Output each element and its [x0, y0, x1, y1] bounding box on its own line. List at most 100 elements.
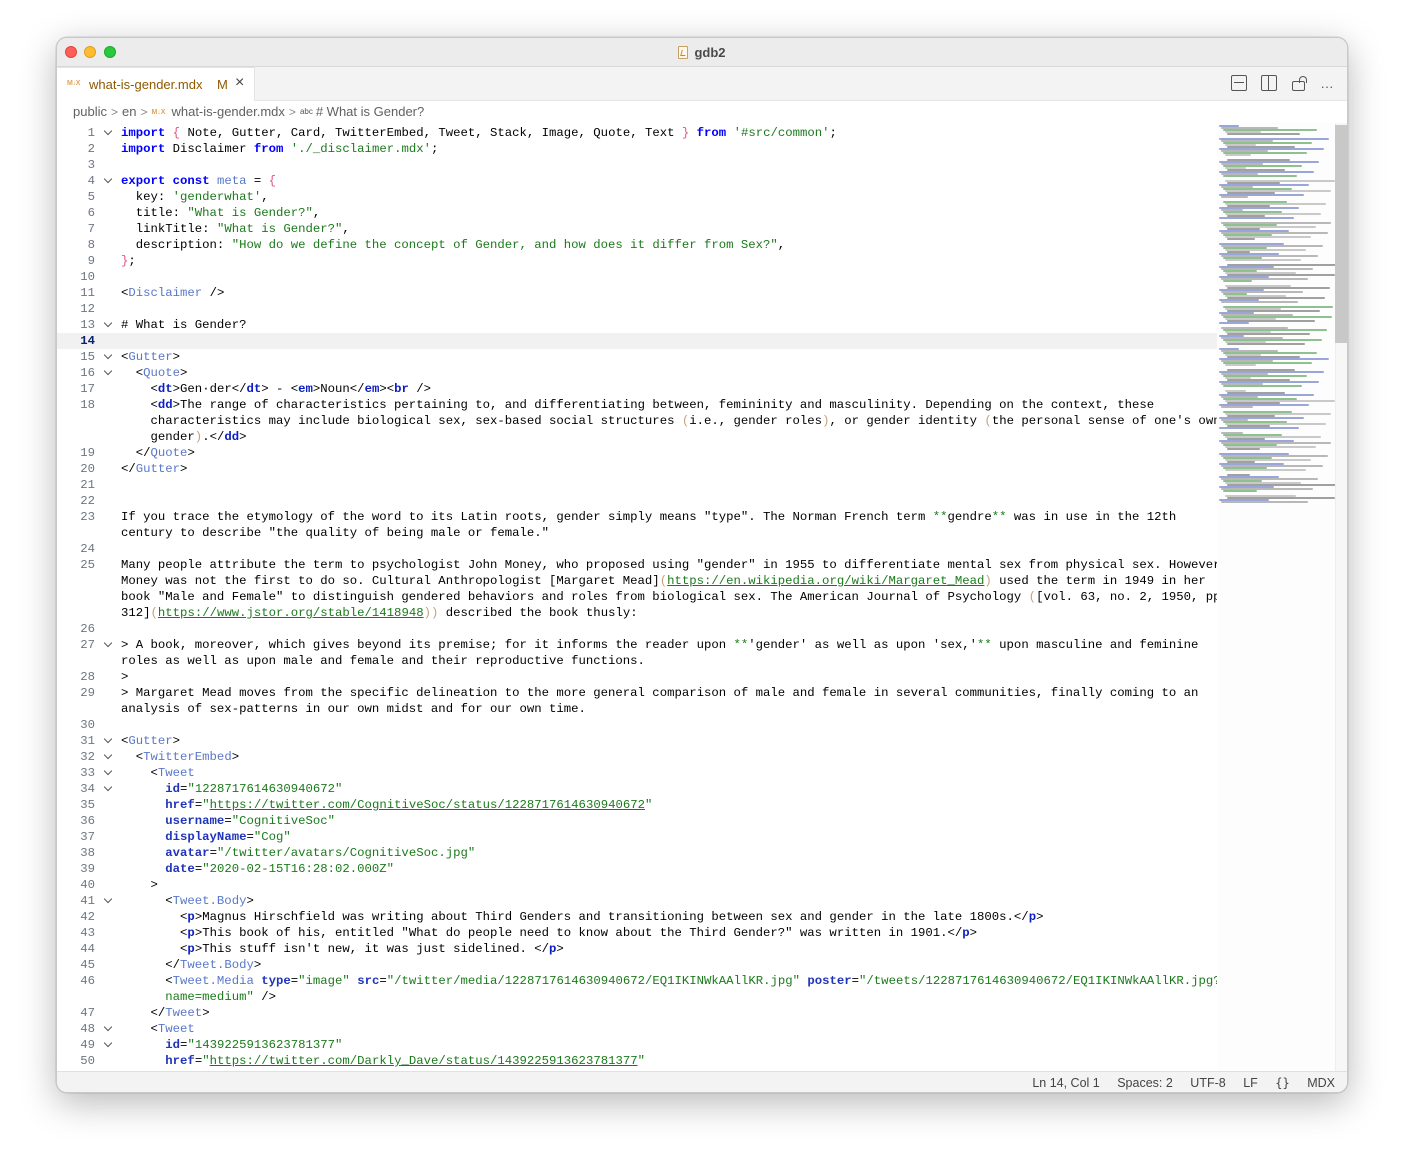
code-line[interactable]: 312](https://www.jstor.org/stable/141894…	[57, 605, 1335, 621]
code-line[interactable]: gender).</dd>	[57, 429, 1335, 445]
code-line[interactable]: 22	[57, 493, 1335, 509]
code-line[interactable]: 34 id="1228717614630940672"	[57, 781, 1335, 797]
status-eol[interactable]: LF	[1243, 1076, 1258, 1090]
tab-what-is-gender[interactable]: M↓X what-is-gender.mdx M ×	[57, 67, 255, 101]
line-number: 45	[80, 958, 95, 972]
minimap-line	[1223, 490, 1257, 492]
code-line[interactable]: 9};	[57, 253, 1335, 269]
code-line[interactable]: 29 > Margaret Mead moves from the specifi…	[57, 685, 1335, 701]
code-line[interactable]: 31 <Gutter>	[57, 733, 1335, 749]
breadcrumb-item-en[interactable]: en	[122, 104, 136, 119]
fold-chevron-icon[interactable]	[103, 733, 113, 749]
code-line[interactable]: 3	[57, 157, 1335, 173]
split-editor-icon[interactable]	[1261, 75, 1278, 91]
fold-chevron-icon[interactable]	[103, 749, 113, 765]
code-text: <Disclaimer />	[121, 286, 225, 300]
line-number: 48	[80, 1022, 95, 1036]
code-line[interactable]: 4 export const meta = {	[57, 173, 1335, 189]
code-line[interactable]: 45 </Tweet.Body>	[57, 957, 1335, 973]
fold-chevron-icon[interactable]	[103, 173, 113, 189]
code-line[interactable]: 20 </Gutter>	[57, 461, 1335, 477]
tab-close-icon[interactable]: ×	[235, 75, 244, 91]
code-line[interactable]: 47 </Tweet>	[57, 1005, 1335, 1021]
code-line[interactable]: 48 <Tweet	[57, 1021, 1335, 1037]
code-line[interactable]: 40 >	[57, 877, 1335, 893]
code-line[interactable]: 17 <dt>Gen·der</dt> - <em>Noun</em><br /…	[57, 381, 1335, 397]
code-line[interactable]: book "Male and Female" to distinguish ge…	[57, 589, 1335, 605]
code-text: <Gutter>	[121, 350, 181, 364]
code-editor[interactable]: 1 import { Note, Gutter, Card, TwitterEmb…	[57, 123, 1335, 1071]
code-line[interactable]: 49 id="1439225913623781377"	[57, 1037, 1335, 1053]
code-line[interactable]: Money was not the first to do so. Cultur…	[57, 573, 1335, 589]
breadcrumb-item-public[interactable]: public	[73, 104, 107, 119]
fold-chevron-icon[interactable]	[103, 765, 113, 781]
code-line[interactable]: 11 <Disclaimer />	[57, 285, 1335, 301]
code-line[interactable]: 28 >	[57, 669, 1335, 685]
line-number: 22	[80, 494, 95, 508]
code-line[interactable]: 7 linkTitle: "What is Gender?",	[57, 221, 1335, 237]
breadcrumb-item-file[interactable]: what-is-gender.mdx	[171, 104, 284, 119]
code-line[interactable]: 8 description: "How do we define the con…	[57, 237, 1335, 253]
code-line[interactable]: 24	[57, 541, 1335, 557]
code-line[interactable]: 37 displayName="Cog"	[57, 829, 1335, 845]
code-line[interactable]: characteristics may include biological s…	[57, 413, 1335, 429]
code-line[interactable]: 36 username="CognitiveSoc"	[57, 813, 1335, 829]
code-line[interactable]: 2 import Disclaimer from './_disclaimer.m…	[57, 141, 1335, 157]
code-line[interactable]: 15 <Gutter>	[57, 349, 1335, 365]
code-line[interactable]: 14	[57, 333, 1335, 349]
language-braces-icon[interactable]: {}	[1275, 1076, 1289, 1090]
code-line[interactable]: 41 <Tweet.Body>	[57, 893, 1335, 909]
fold-chevron-icon[interactable]	[103, 1037, 113, 1053]
code-line[interactable]: 39 date="2020-02-15T16:28:02.000Z"	[57, 861, 1335, 877]
code-line[interactable]: 16 <Quote>	[57, 365, 1335, 381]
code-line[interactable]: 38 avatar="/twitter/avatars/CognitiveSoc…	[57, 845, 1335, 861]
fold-chevron-icon[interactable]	[103, 125, 113, 141]
code-line[interactable]: 23 If you trace the etymology of the word…	[57, 509, 1335, 525]
code-line[interactable]: 50 href="https://twitter.com/Darkly_Dave…	[57, 1053, 1335, 1069]
code-line[interactable]: 33 <Tweet	[57, 765, 1335, 781]
fold-chevron-icon[interactable]	[103, 365, 113, 381]
fold-chevron-icon[interactable]	[103, 349, 113, 365]
code-line[interactable]: 12	[57, 301, 1335, 317]
code-line[interactable]: 13 # What is Gender?	[57, 317, 1335, 333]
code-line[interactable]: 26	[57, 621, 1335, 637]
scrollbar-thumb[interactable]	[1335, 125, 1347, 343]
fold-chevron-icon[interactable]	[103, 781, 113, 797]
fold-chevron-icon[interactable]	[103, 1021, 113, 1037]
status-cursor-position[interactable]: Ln 14, Col 1	[1032, 1076, 1099, 1090]
code-line[interactable]: 21	[57, 477, 1335, 493]
code-line[interactable]: analysis of sex-patterns in our own mids…	[57, 701, 1335, 717]
code-line[interactable]: century to describe "the quality of bein…	[57, 525, 1335, 541]
code-line[interactable]: roles as well as upon male and female an…	[57, 653, 1335, 669]
code-line[interactable]: 35 href="https://twitter.com/CognitiveSo…	[57, 797, 1335, 813]
minimap[interactable]	[1217, 123, 1337, 1071]
code-line[interactable]: 32 <TwitterEmbed>	[57, 749, 1335, 765]
code-line[interactable]: 30	[57, 717, 1335, 733]
code-line[interactable]: 25 Many people attribute the term to psyc…	[57, 557, 1335, 573]
fold-chevron-icon[interactable]	[103, 637, 113, 653]
code-line[interactable]: 18 <dd>The range of characteristics pert…	[57, 397, 1335, 413]
code-line[interactable]: 1 import { Note, Gutter, Card, TwitterEmb…	[57, 125, 1335, 141]
code-line[interactable]: 43 <p>This book of his, entitled "What d…	[57, 925, 1335, 941]
line-number: 14	[80, 334, 95, 348]
code-line[interactable]: name=medium" />	[57, 989, 1335, 1005]
status-language-mode[interactable]: MDX	[1307, 1076, 1335, 1090]
code-line[interactable]: 42 <p>Magnus Hirschfield was writing abo…	[57, 909, 1335, 925]
fold-chevron-icon[interactable]	[103, 317, 113, 333]
code-line[interactable]: 27 > A book, moreover, which gives beyond…	[57, 637, 1335, 653]
open-changes-icon[interactable]	[1230, 75, 1247, 91]
code-line[interactable]: 46 <Tweet.Media type="image" src="/twitt…	[57, 973, 1335, 989]
status-encoding[interactable]: UTF-8	[1190, 1076, 1225, 1090]
code-line[interactable]: 6 title: "What is Gender?",	[57, 205, 1335, 221]
code-line[interactable]: 5 key: 'genderwhat',	[57, 189, 1335, 205]
code-line[interactable]: 19 </Quote>	[57, 445, 1335, 461]
breadcrumb-item-heading[interactable]: # What is Gender?	[316, 104, 424, 119]
code-line[interactable]: 10	[57, 269, 1335, 285]
minimap-line	[1223, 280, 1252, 282]
fold-chevron-icon[interactable]	[103, 893, 113, 909]
lock-group-icon[interactable]	[1291, 76, 1307, 91]
code-line[interactable]: 44 <p>This stuff isn't new, it was just …	[57, 941, 1335, 957]
more-actions-icon[interactable]: ···	[1319, 79, 1335, 95]
code-text: 312](https://www.jstor.org/stable/141894…	[121, 606, 638, 620]
status-indentation[interactable]: Spaces: 2	[1117, 1076, 1173, 1090]
